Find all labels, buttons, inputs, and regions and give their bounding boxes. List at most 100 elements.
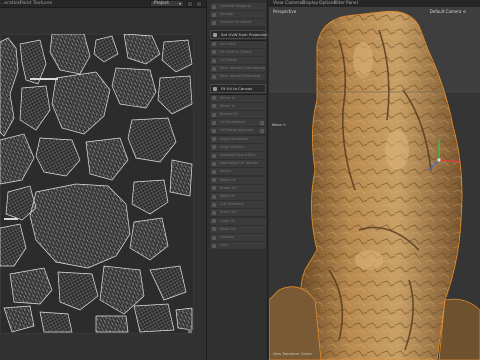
palette-item-label: Unwrap (220, 235, 234, 239)
palette-item-label: Grid (220, 243, 228, 248)
palette-item[interactable]: Mirror V (210, 102, 266, 110)
tool-icon (212, 74, 216, 79)
palette-item-label: Weld UV (220, 194, 236, 198)
palette-item[interactable]: Optimal Mapping (210, 3, 266, 10)
options-icon[interactable] (260, 120, 264, 125)
palette-item-label: Paste UV (220, 226, 236, 231)
palette-item[interactable]: Set UVW (210, 40, 266, 48)
tool-icon (212, 227, 216, 232)
rock-mesh-small (438, 298, 480, 360)
palette-item[interactable]: Weld UV (210, 193, 266, 200)
tool-icon (212, 20, 216, 25)
palette-item[interactable]: Align Vertical (210, 143, 266, 151)
default-camera-label[interactable]: Default Camera ⟲ (430, 9, 466, 14)
viewport-menu-item[interactable]: Filter (334, 1, 345, 6)
palette-item-label: Set UVW from Projection (221, 31, 268, 37)
tool-icon (212, 161, 216, 166)
tool-icon (212, 169, 216, 174)
palette-item[interactable]: Mirror U (210, 94, 266, 102)
tool-icon (212, 42, 216, 47)
palette-item-label: UV Peeler (220, 58, 238, 62)
tool-icon (212, 112, 216, 117)
menu-item-paint[interactable]: Paint (20, 1, 31, 6)
view-select-dropdown[interactable]: Project ▾ (150, 0, 184, 7)
menu-item-generation[interactable]: ...eration (0, 1, 21, 6)
uv-editor-panel: ...eration Paint Textures Project ▾ (0, 0, 206, 360)
palette-item[interactable]: Fit UVW to Object (210, 48, 266, 56)
palette-item[interactable]: Realign (210, 11, 266, 19)
palette-item-label: Select (220, 169, 232, 174)
options-icon[interactable] (260, 128, 264, 133)
uv-island (169, 159, 193, 197)
palette-item[interactable]: Paste UV (210, 225, 266, 233)
viewport-3d[interactable]: View Cameras Display Options Filter Panel Per… (269, 0, 480, 360)
palette-item-label: Cut Selected (220, 202, 243, 207)
tool-icon (212, 58, 216, 63)
rock-model-render (269, 0, 480, 360)
palette-item[interactable]: Pack Islands Overlapping (210, 65, 266, 73)
uv-canvas[interactable] (0, 34, 194, 334)
palette-item[interactable]: Pack Islands Bounding (210, 73, 266, 81)
tool-icon (212, 4, 216, 9)
palette-item[interactable]: Select (210, 168, 266, 176)
tool-icon (213, 32, 217, 37)
viewport-menu-item[interactable]: Panel (346, 1, 358, 6)
tool-icon (212, 235, 216, 240)
tool-icon (212, 219, 216, 224)
resize-handle-icon[interactable] (188, 329, 192, 333)
uv-island (30, 78, 58, 80)
tool-icon (212, 178, 216, 183)
palette-item-label: Align Vertical (220, 144, 244, 149)
palette-item[interactable]: Stitch UV (210, 209, 266, 217)
tool-icon (212, 210, 216, 215)
palette-item-label: Equalize Island Size (220, 153, 256, 157)
palette-item[interactable]: Cut Selected (210, 201, 266, 209)
tool-icon (212, 153, 216, 158)
palette-item-label: Set UVW (220, 41, 236, 46)
palette-item[interactable]: Break UV (210, 184, 266, 192)
palette-item[interactable]: Relax UV (210, 176, 266, 184)
viewport-menubar: View Cameras Display Options Filter Panel (269, 0, 480, 7)
palette-item-label: Realign (220, 12, 234, 17)
uv-island (4, 218, 18, 220)
tool-icon (212, 104, 216, 109)
palette-item-label: Pack Islands Bounding (220, 74, 261, 79)
chevron-down-icon: ▾ (178, 1, 181, 6)
palette-item[interactable]: Fit UV to Canvas (210, 83, 266, 93)
tool-icon (212, 96, 216, 101)
palette-item[interactable]: Terrace UV Island (210, 19, 266, 27)
palette-item-label: Stitch UV (220, 210, 237, 215)
palette-item-label: Rotate UV (220, 112, 238, 116)
settings-icon[interactable] (196, 1, 202, 7)
palette-item[interactable]: Align Horizontal (210, 135, 266, 143)
viewport-menu-item[interactable]: Display (302, 1, 318, 6)
palette-item[interactable]: Copy UV (210, 217, 266, 225)
tool-icon (212, 66, 216, 71)
uv-island-map (0, 34, 194, 334)
palette-item[interactable]: UV Rectangularize (210, 127, 266, 135)
menu-item-textures[interactable]: Textures (33, 1, 52, 6)
palette-item-label: Align Horizontal (220, 136, 249, 141)
palette-item[interactable]: UV Straighten (210, 119, 266, 127)
tool-icon (212, 12, 216, 17)
palette-item[interactable]: Rotate UV (210, 111, 266, 118)
rock-mesh-small (269, 286, 322, 360)
palette-item[interactable]: UV Peeler (210, 57, 266, 64)
palette-item[interactable]: Set UVW from Projection (210, 29, 268, 39)
palette-item-label: Mirror V (220, 103, 235, 108)
palette-item[interactable]: Unwrap (210, 234, 266, 241)
view-select-value: Project (154, 1, 170, 6)
palette-item[interactable]: Grid (210, 242, 266, 250)
viewport-menu-item[interactable]: View (273, 1, 283, 6)
view-transform-label: View Transform: Scene (273, 352, 312, 356)
camera-label[interactable]: Perspective (273, 9, 296, 14)
tool-icon (212, 128, 216, 133)
uv-island (175, 307, 193, 331)
palette-item[interactable]: Normalize UV Islands (210, 160, 266, 168)
tool-icon (212, 186, 216, 191)
palette-item[interactable]: Equalize Island Size (210, 152, 266, 159)
palette-item-label: Terrace UV Island (220, 20, 252, 25)
tool-icon (212, 137, 216, 142)
palette-item-label: Optimal Mapping (220, 4, 251, 8)
grid-toggle-icon[interactable] (187, 1, 193, 7)
